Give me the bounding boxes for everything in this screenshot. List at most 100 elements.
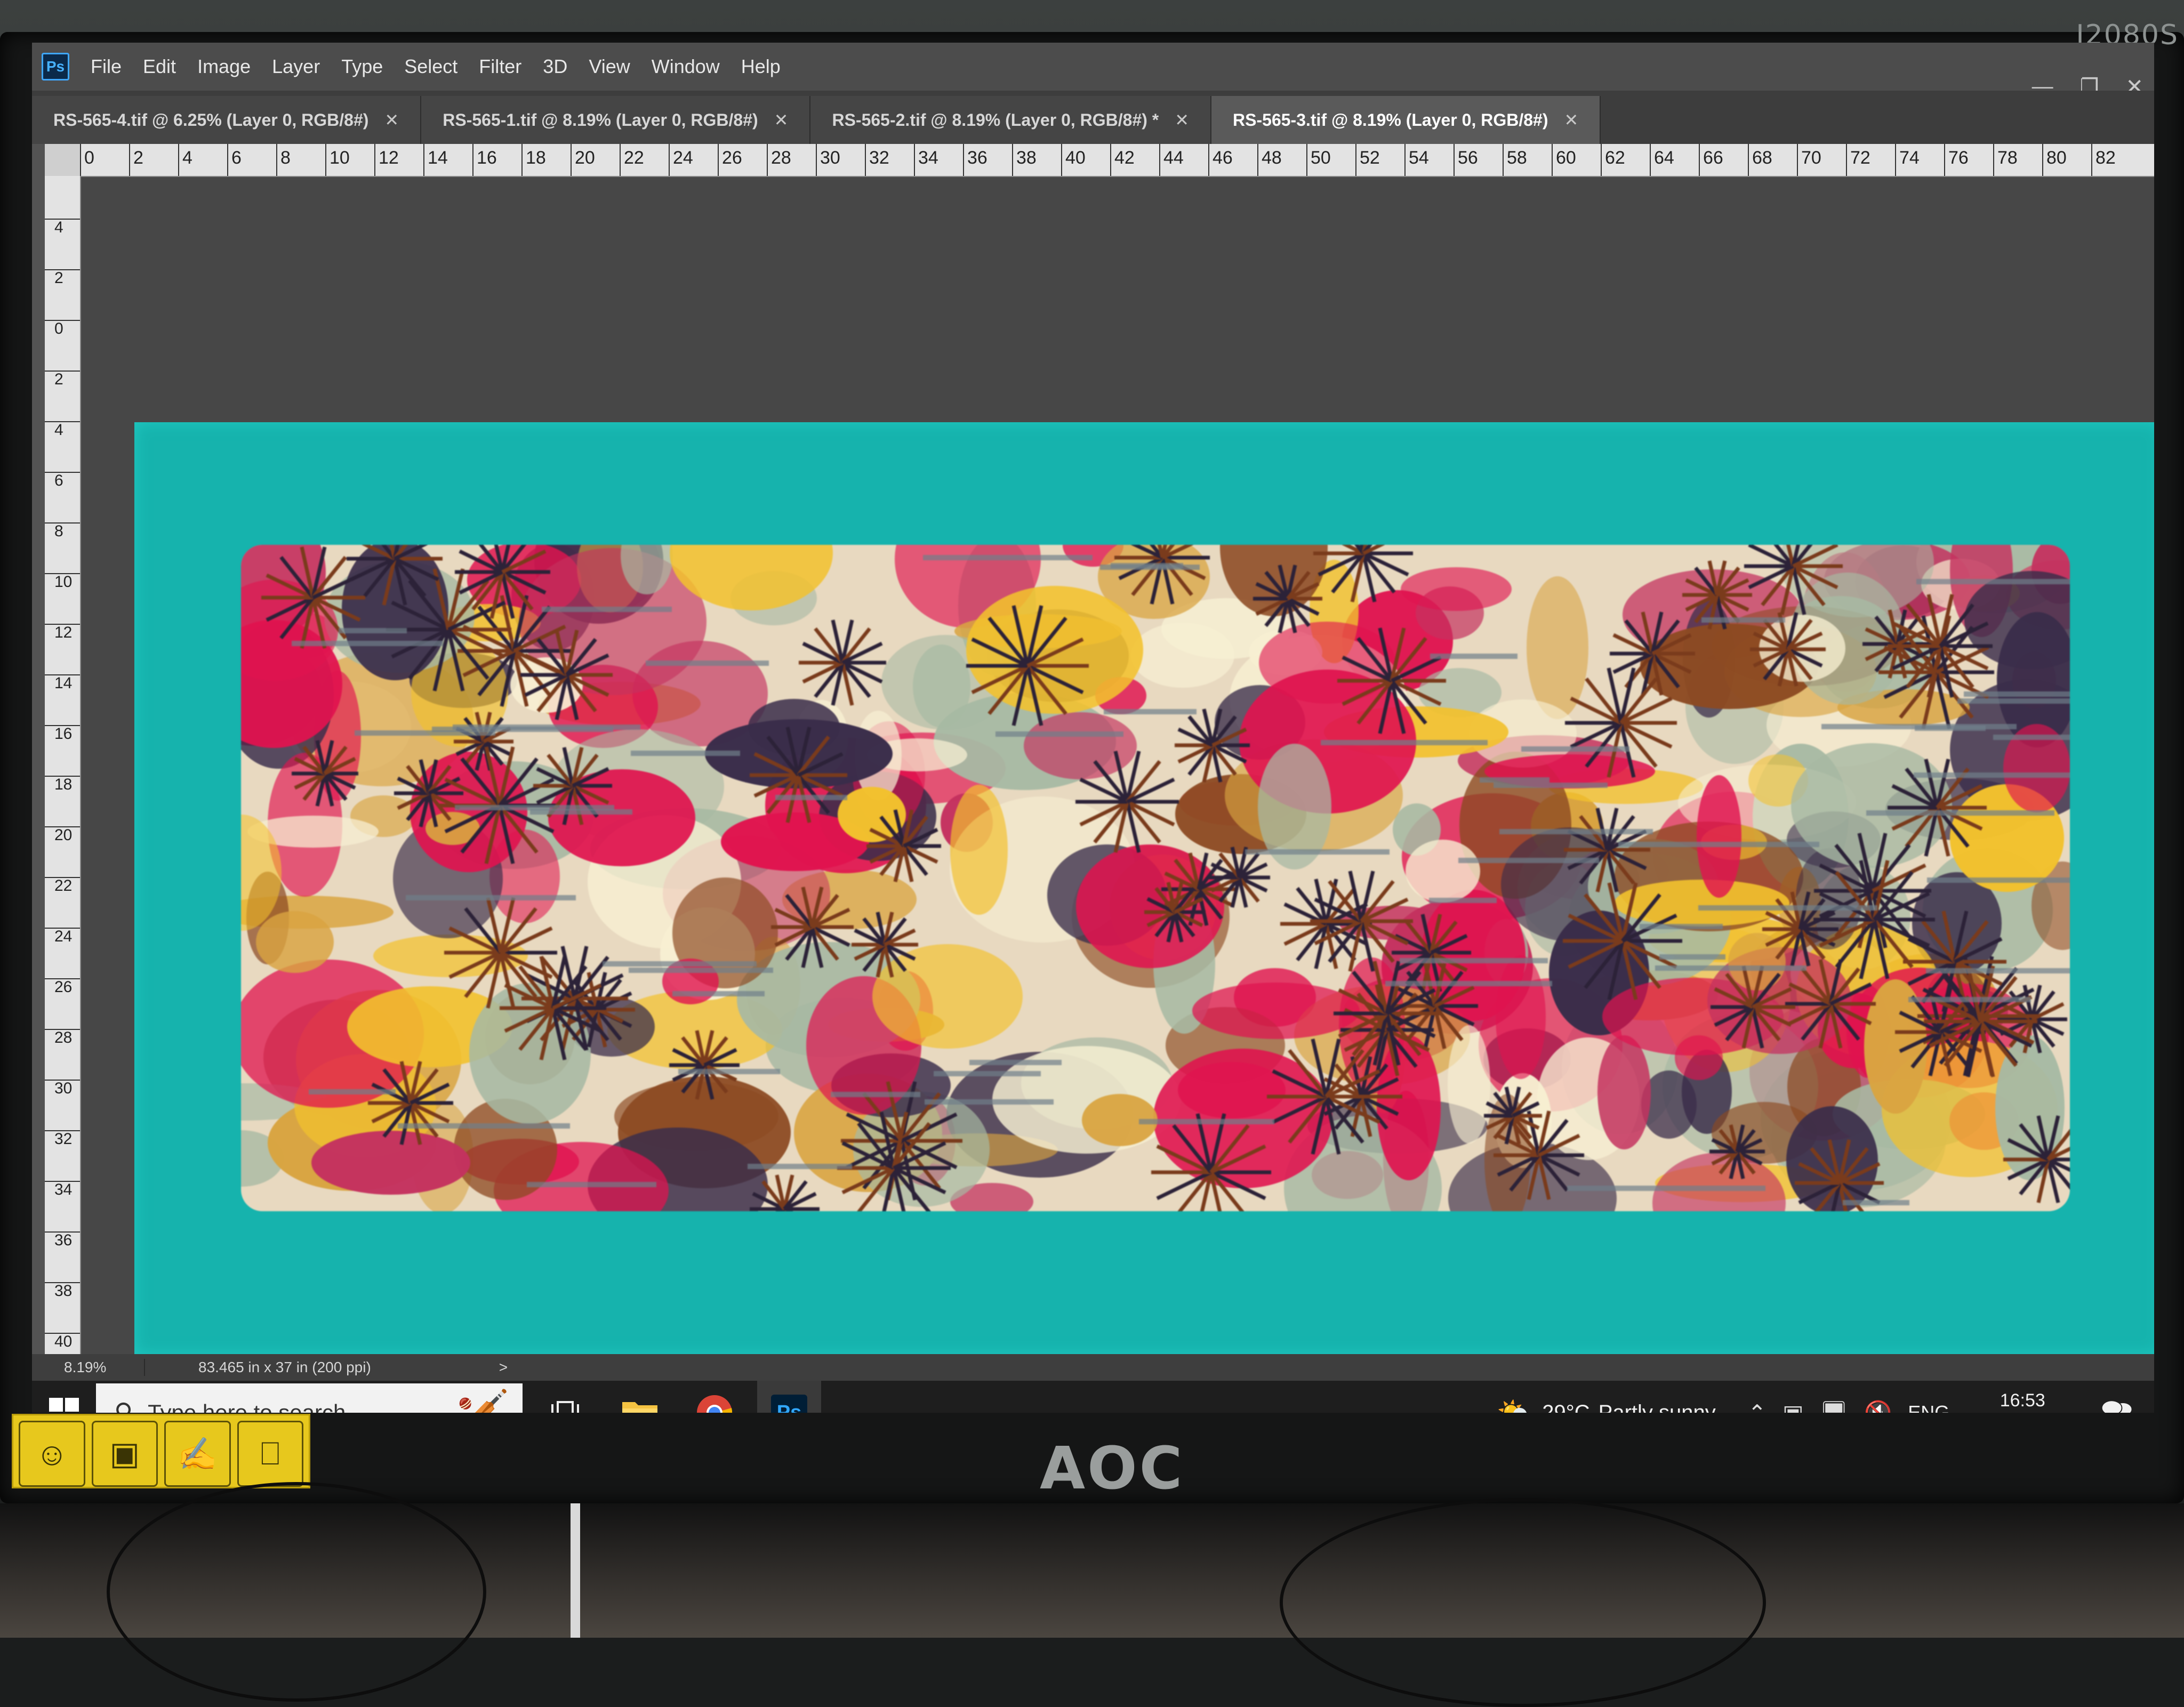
sticker-face-icon: ☺ bbox=[19, 1421, 85, 1487]
ruler-h-tick: 4 bbox=[178, 144, 192, 176]
chrome-button[interactable] bbox=[682, 1381, 746, 1413]
taskbar-search-box[interactable]: ⚲ Type here to search 🏏 bbox=[96, 1383, 523, 1413]
ruler-h-tick: 24 bbox=[669, 144, 693, 176]
close-icon[interactable]: ✕ bbox=[774, 110, 789, 130]
tab-rs-565-1[interactable]: RS-565-1.tif @ 8.19% (Layer 0, RGB/8#) ✕ bbox=[421, 96, 811, 144]
notification-icon[interactable]: 🗪 bbox=[2101, 1391, 2133, 1413]
ruler-h-tick: 16 bbox=[472, 144, 497, 176]
menu-3d[interactable]: 3D bbox=[543, 55, 567, 78]
ruler-v-tick: 4 bbox=[45, 219, 80, 236]
ruler-origin[interactable] bbox=[45, 144, 80, 176]
ruler-h-tick: 36 bbox=[963, 144, 987, 176]
cricket-highlight-icon[interactable]: 🏏 bbox=[456, 1387, 510, 1413]
photoshop-icon: Ps bbox=[771, 1395, 807, 1413]
menu-layer[interactable]: Layer bbox=[272, 55, 320, 78]
weather-desc: Partly sunny bbox=[1598, 1400, 1716, 1413]
menu-edit[interactable]: Edit bbox=[143, 55, 176, 78]
ruler-h-tick: 40 bbox=[1061, 144, 1086, 176]
ruler-h-tick: 48 bbox=[1257, 144, 1282, 176]
volume-muted-icon[interactable]: 🔇 bbox=[1864, 1400, 1892, 1413]
tab-rs-565-3[interactable]: RS-565-3.tif @ 8.19% (Layer 0, RGB/8#) ✕ bbox=[1211, 96, 1601, 144]
ruler-h-tick: 32 bbox=[865, 144, 889, 176]
photoshop-logo-icon[interactable]: Ps bbox=[42, 53, 69, 80]
ruler-h-tick: 58 bbox=[1503, 144, 1527, 176]
meet-now-icon[interactable]: ▣ bbox=[1782, 1400, 1804, 1413]
menu-filter[interactable]: Filter bbox=[479, 55, 521, 78]
ruler-v-tick: 2 bbox=[45, 269, 80, 286]
vertical-ruler[interactable]: 4 2 0 2 4 6 8 10 12 14 16 18 20 22 24 26 28 30 32 34 36 38 40 bbox=[45, 176, 81, 1354]
menu-type[interactable]: Type bbox=[341, 55, 383, 78]
ruler-v-tick: 36 bbox=[45, 1231, 80, 1249]
menu-select[interactable]: Select bbox=[404, 55, 457, 78]
close-icon[interactable]: ✕ bbox=[1564, 110, 1578, 130]
clock[interactable]: 16:53 30-09-2025 bbox=[1976, 1388, 2069, 1413]
ruler-v-tick: 18 bbox=[45, 776, 80, 793]
tab-rs-565-2[interactable]: RS-565-2.tif @ 8.19% (Layer 0, RGB/8#) *… bbox=[810, 96, 1212, 144]
ruler-h-tick: 66 bbox=[1699, 144, 1723, 176]
white-cable bbox=[571, 1503, 580, 1638]
menu-image[interactable]: Image bbox=[197, 55, 251, 78]
monitor-brand-logo: AOC bbox=[1040, 1434, 1185, 1502]
status-arrow-icon[interactable]: > bbox=[499, 1359, 508, 1376]
ruler-v-tick: 24 bbox=[45, 928, 80, 945]
ruler-h-tick: 44 bbox=[1159, 144, 1184, 176]
ruler-h-tick: 22 bbox=[620, 144, 644, 176]
ruler-h-tick: 34 bbox=[914, 144, 938, 176]
chevron-up-icon[interactable]: ⌃ bbox=[1748, 1400, 1767, 1413]
status-bar: 8.19% 83.465 in x 37 in (200 ppi) > bbox=[32, 1354, 2154, 1381]
language-indicator[interactable]: ENG bbox=[1908, 1402, 1949, 1413]
windows-taskbar: ⚲ Type here to search 🏏 bbox=[32, 1381, 2154, 1413]
cable bbox=[1280, 1498, 1766, 1707]
ruler-v-tick: 16 bbox=[45, 725, 80, 742]
tab-rs-565-4[interactable]: RS-565-4.tif @ 6.25% (Layer 0, RGB/8#) ✕ bbox=[32, 96, 422, 144]
ruler-h-tick: 42 bbox=[1110, 144, 1135, 176]
document-tab-bar: RS-565-4.tif @ 6.25% (Layer 0, RGB/8#) ✕… bbox=[32, 91, 2154, 144]
menu-help[interactable]: Help bbox=[741, 55, 781, 78]
system-tray: ⛅ 29°C Partly sunny ⌃ ▣ 🖥 🔇 ENG 16:53 30… bbox=[1497, 1381, 2154, 1413]
close-icon[interactable]: ✕ bbox=[384, 110, 399, 130]
ruler-h-tick: 76 bbox=[1944, 144, 1969, 176]
menu-file[interactable]: File bbox=[91, 55, 122, 78]
ruler-v-tick: 2 bbox=[45, 371, 80, 388]
pasteboard[interactable] bbox=[81, 177, 2154, 1355]
ruler-h-tick: 28 bbox=[767, 144, 791, 176]
ruler-h-tick: 72 bbox=[1846, 144, 1870, 176]
ruler-h-tick: 80 bbox=[2042, 144, 2067, 176]
document-canvas[interactable] bbox=[134, 422, 2154, 1355]
zoom-level[interactable]: 8.19% bbox=[32, 1359, 145, 1376]
ruler-h-tick: 70 bbox=[1797, 144, 1821, 176]
ruler-v-tick: 30 bbox=[45, 1080, 80, 1097]
ruler-h-tick: 74 bbox=[1895, 144, 1920, 176]
tab-label: RS-565-4.tif @ 6.25% (Layer 0, RGB/8#) bbox=[53, 110, 369, 130]
ruler-h-tick: 14 bbox=[423, 144, 448, 176]
sticker-arm-icon: ✍ bbox=[164, 1421, 231, 1487]
ruler-h-tick: 2 bbox=[129, 144, 143, 176]
network-icon[interactable]: 🖥 bbox=[1820, 1400, 1848, 1413]
ruler-h-tick: 60 bbox=[1552, 144, 1576, 176]
photoshop-taskbar-button[interactable]: Ps bbox=[757, 1381, 821, 1413]
menu-window[interactable]: Window bbox=[652, 55, 720, 78]
ruler-v-tick: 32 bbox=[45, 1130, 80, 1147]
ruler-v-tick: 8 bbox=[45, 522, 80, 540]
ruler-v-tick: 38 bbox=[45, 1282, 80, 1299]
document-size: 83.465 in x 37 in (200 ppi) bbox=[198, 1359, 371, 1375]
menu-view[interactable]: View bbox=[589, 55, 630, 78]
search-placeholder: Type here to search bbox=[148, 1400, 346, 1413]
ruler-h-tick: 46 bbox=[1208, 144, 1233, 176]
ruler-h-tick: 54 bbox=[1404, 144, 1429, 176]
start-button[interactable] bbox=[32, 1381, 96, 1413]
ruler-v-tick: 28 bbox=[45, 1029, 80, 1046]
sticker-monitor-icon: ⎕ bbox=[237, 1421, 303, 1487]
file-explorer-button[interactable] bbox=[608, 1381, 672, 1413]
horizontal-ruler[interactable]: 0 2 4 6 8 10 12 14 16 18 20 22 24 26 28 30 32 34 36 38 40 42 4… bbox=[80, 144, 2154, 177]
ruler-h-tick: 68 bbox=[1748, 144, 1772, 176]
folder-icon bbox=[622, 1402, 657, 1413]
close-icon[interactable]: ✕ bbox=[1175, 110, 1189, 130]
ruler-h-tick: 10 bbox=[325, 144, 350, 176]
ruler-h-tick: 8 bbox=[276, 144, 291, 176]
weather-widget[interactable]: ⛅ 29°C Partly sunny bbox=[1497, 1395, 1716, 1413]
task-view-button[interactable] bbox=[533, 1381, 597, 1413]
ruler-v-tick: 40 bbox=[45, 1333, 80, 1350]
tab-label: RS-565-1.tif @ 8.19% (Layer 0, RGB/8#) bbox=[443, 110, 758, 130]
ruler-v-tick: 0 bbox=[45, 320, 80, 337]
